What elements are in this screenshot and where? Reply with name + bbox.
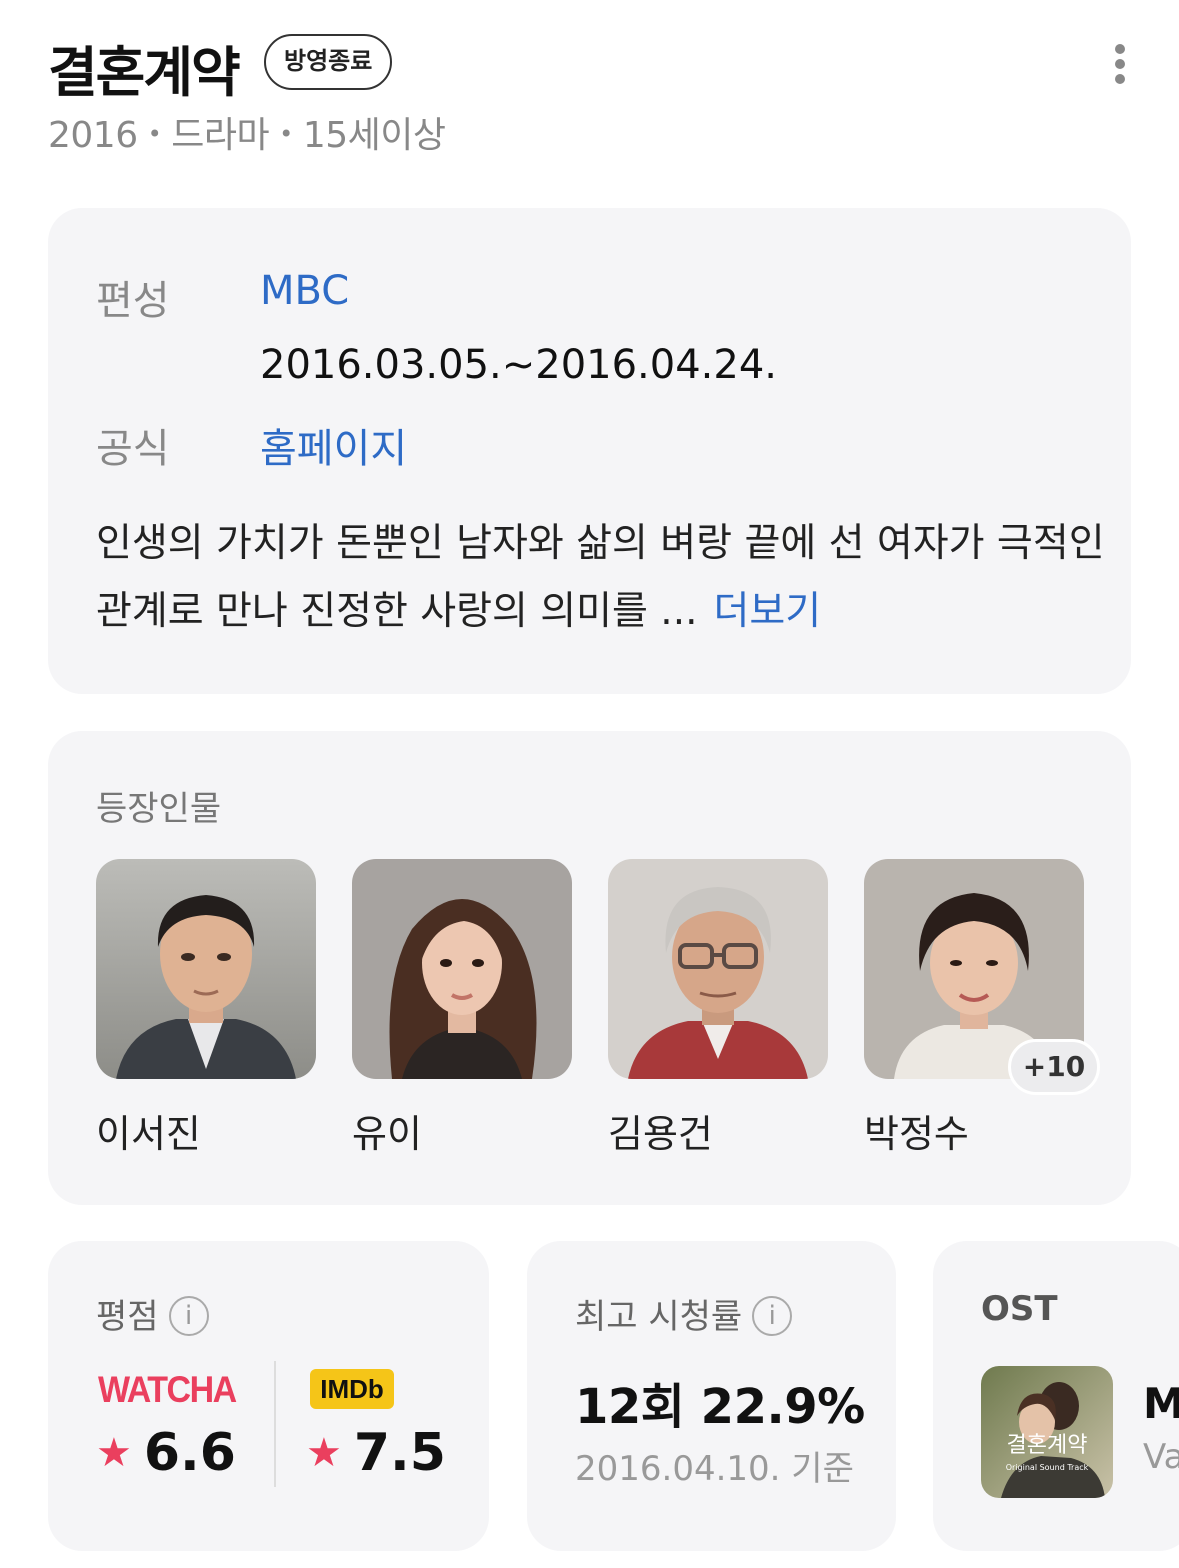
watcha-score: ★ 6.6 bbox=[96, 1423, 236, 1483]
synopsis-text: 인생의 가치가 돈뿐인 남자와 삶의 벼랑 끝에 선 여자가 극적인 관계로 만… bbox=[96, 521, 1105, 634]
cast-name: 유이 bbox=[352, 1112, 422, 1156]
cast-name: 박정수 bbox=[864, 1112, 969, 1156]
separator-dot: • bbox=[147, 120, 162, 148]
watcha-score-value: 6.6 bbox=[143, 1423, 236, 1483]
cast-photo[interactable] bbox=[608, 859, 828, 1079]
broadcast-period: 2016.03.05.~2016.04.24. bbox=[260, 342, 777, 388]
cast-member[interactable]: 유이 bbox=[352, 859, 572, 1156]
broadcast-label: 편성 bbox=[96, 278, 170, 324]
star-icon: ★ bbox=[96, 1430, 132, 1476]
page-title: 결혼계약 bbox=[48, 41, 241, 104]
viewership-title-text: 최고 시청률 bbox=[575, 1297, 743, 1337]
more-cast-badge[interactable]: +10 bbox=[1008, 1039, 1100, 1095]
viewership-date: 2016.04.10. 기준 bbox=[575, 1449, 854, 1489]
cast-card: 등장인물 이서진 유이 김용건 +10 박정수 bbox=[48, 731, 1131, 1205]
cast-member[interactable]: 김용건 bbox=[608, 859, 828, 1156]
svg-text:결혼계약: 결혼계약 bbox=[1007, 1433, 1088, 1458]
ost-card[interactable]: OST 결혼계약 Original Sound Track M Va bbox=[933, 1241, 1179, 1551]
cast-member[interactable]: 이서진 bbox=[96, 859, 316, 1156]
meta-genre: 드라마 bbox=[171, 115, 270, 156]
separator-dot: • bbox=[279, 120, 293, 148]
status-badge: 방영종료 bbox=[264, 34, 393, 90]
ost-title: OST bbox=[981, 1289, 1058, 1329]
cast-photo[interactable] bbox=[96, 859, 316, 1079]
cast-member[interactable]: +10 박정수 bbox=[864, 859, 1100, 1156]
ost-artist: Va bbox=[1143, 1437, 1179, 1477]
imdb-score: ★ 7.5 bbox=[306, 1423, 446, 1483]
more-options-icon[interactable] bbox=[1105, 40, 1135, 88]
imdb-logo: IMDb bbox=[310, 1369, 394, 1409]
imdb-score-value: 7.5 bbox=[353, 1423, 446, 1483]
ost-album-cover[interactable]: 결혼계약 Original Sound Track bbox=[981, 1366, 1113, 1498]
watcha-logo: WATCHA bbox=[98, 1369, 237, 1411]
header: 결혼계약 방영종료 bbox=[48, 24, 1149, 104]
star-icon: ★ bbox=[306, 1430, 342, 1476]
rating-title: 평점 i bbox=[96, 1289, 209, 1339]
info-card: 편성 MBC 2016.03.05.~2016.04.24. 공식 홈페이지 인… bbox=[48, 208, 1131, 694]
rating-card[interactable]: 평점 i WATCHA ★ 6.6 IMDb ★ 7.5 bbox=[48, 1241, 489, 1551]
info-icon[interactable]: i bbox=[168, 1295, 209, 1336]
info-icon[interactable]: i bbox=[752, 1295, 793, 1336]
homepage-link[interactable]: 홈페이지 bbox=[260, 416, 407, 474]
broadcast-link[interactable]: MBC bbox=[260, 268, 349, 314]
synopsis: 인생의 가치가 돈뿐인 남자와 삶의 벼랑 끝에 선 여자가 극적인 관계로 만… bbox=[96, 510, 1106, 646]
official-label: 공식 bbox=[96, 426, 170, 472]
viewership-title: 최고 시청률 i bbox=[575, 1289, 793, 1339]
meta-age-rating: 15세이상 bbox=[302, 115, 446, 156]
cast-photo[interactable] bbox=[352, 859, 572, 1079]
meta-year: 2016 bbox=[48, 115, 138, 156]
cast-title: 등장인물 bbox=[96, 789, 222, 829]
divider bbox=[274, 1361, 276, 1487]
more-link[interactable]: 더보기 bbox=[714, 589, 822, 634]
meta-info: 2016 • 드라마 • 15세이상 bbox=[48, 106, 446, 158]
cast-name: 김용건 bbox=[608, 1112, 713, 1156]
svg-text:Original Sound Track: Original Sound Track bbox=[1006, 1463, 1089, 1472]
viewership-card[interactable]: 최고 시청률 i 12회 22.9% 2016.04.10. 기준 bbox=[527, 1241, 896, 1551]
viewership-value: 12회 22.9% bbox=[575, 1379, 865, 1435]
rating-title-text: 평점 bbox=[96, 1297, 159, 1337]
ost-song-title: M bbox=[1143, 1379, 1179, 1428]
cast-name: 이서진 bbox=[96, 1112, 201, 1156]
